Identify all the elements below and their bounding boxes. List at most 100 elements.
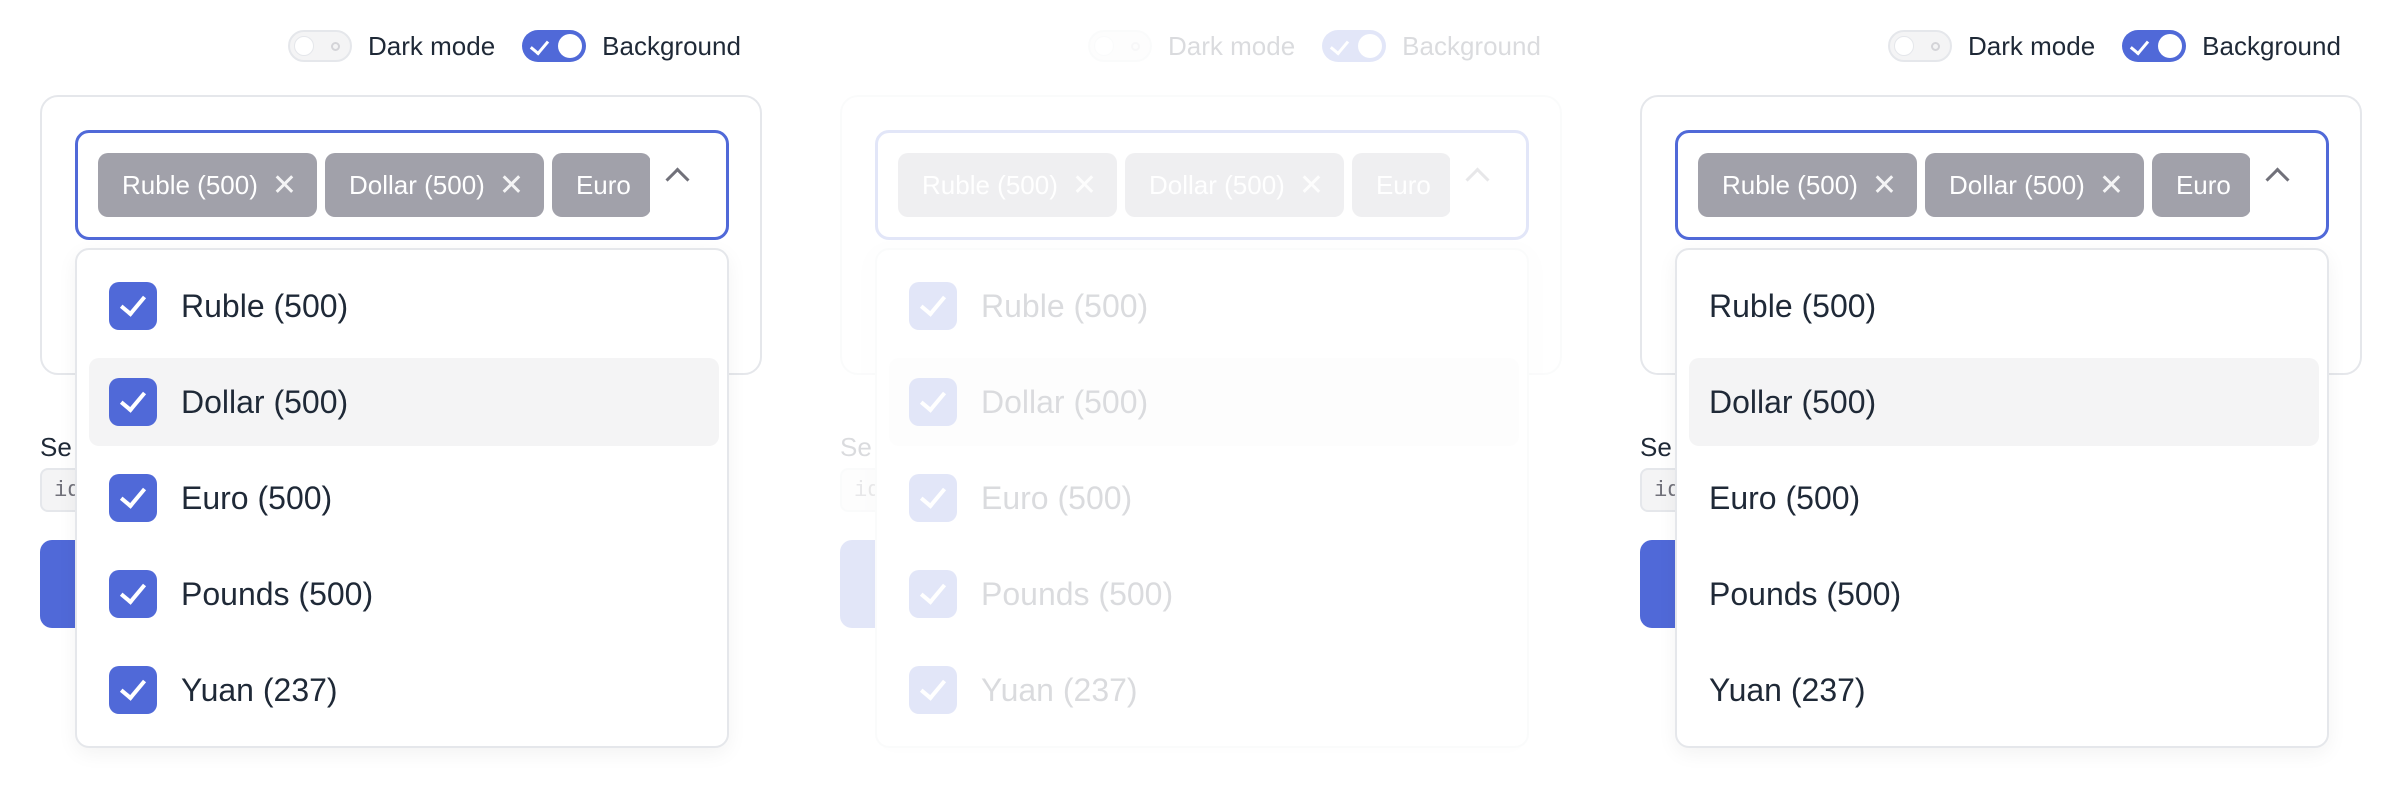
- dark-mode-toggle-row: Dark mode: [288, 30, 495, 62]
- dark-mode-switch[interactable]: [288, 30, 352, 62]
- helper-label: Se: [840, 432, 872, 462]
- option-label: Pounds (500): [181, 575, 374, 612]
- remove-icon[interactable]: ✕: [1872, 168, 1897, 203]
- remove-icon[interactable]: ✕: [499, 168, 524, 203]
- chip-label: Dollar (500): [349, 169, 485, 200]
- chip-euro[interactable]: Euro: [551, 153, 650, 217]
- option-label: Pounds (500): [981, 575, 1174, 612]
- option-euro[interactable]: Euro (500): [889, 454, 1519, 542]
- option-label: Ruble (500): [181, 287, 349, 324]
- chip-ruble[interactable]: Ruble (500) ✕: [898, 153, 1117, 217]
- chip-dollar[interactable]: Dollar (500) ✕: [1125, 153, 1344, 217]
- check-icon: [1329, 35, 1350, 56]
- remove-icon[interactable]: ✕: [2099, 168, 2124, 203]
- multi-select[interactable]: Ruble (500) ✕ Dollar (500) ✕ Euro: [875, 130, 1529, 240]
- background-switch[interactable]: [1322, 30, 1387, 62]
- checkbox-checked-icon[interactable]: [109, 570, 157, 618]
- chip-label: Euro: [2175, 169, 2231, 200]
- option-label: Yuan (237): [981, 671, 1138, 708]
- checkbox-checked-icon[interactable]: [109, 378, 157, 426]
- selected-chips: Ruble (500) ✕ Dollar (500) ✕ Euro: [1698, 153, 2250, 217]
- chip-label: Euro: [1375, 169, 1431, 200]
- checkbox-checked-icon[interactable]: [109, 666, 157, 714]
- option-dollar[interactable]: Dollar (500): [89, 358, 719, 446]
- chip-ruble[interactable]: Ruble (500) ✕: [1698, 153, 1917, 217]
- option-label: Euro (500): [981, 479, 1133, 516]
- remove-icon[interactable]: ✕: [272, 168, 297, 203]
- switch-knob: [1358, 34, 1383, 58]
- option-pounds[interactable]: Pounds (500): [1689, 550, 2319, 638]
- option-label: Dollar (500): [981, 383, 1149, 420]
- helper-label: Se: [40, 432, 72, 462]
- option-ruble[interactable]: Ruble (500): [1689, 262, 2319, 350]
- option-euro[interactable]: Euro (500): [1689, 454, 2319, 542]
- option-pounds[interactable]: Pounds (500): [89, 550, 719, 638]
- option-euro[interactable]: Euro (500): [89, 454, 719, 542]
- chevron-up-icon[interactable]: [1465, 167, 1490, 192]
- display-toggles: Dark mode Background: [288, 30, 768, 62]
- checkbox-checked-icon[interactable]: [909, 474, 957, 522]
- switch-knob: [1894, 36, 1914, 56]
- option-label: Ruble (500): [1709, 287, 1877, 324]
- panel-without-checkboxes: Dark mode Background Se id Ruble (500) ✕ D…: [1600, 0, 2400, 800]
- dark-mode-label: Dark mode: [1968, 30, 2096, 61]
- background-toggle-row: Background: [522, 30, 741, 62]
- chip-euro[interactable]: Euro: [1351, 153, 1450, 217]
- helper-label: Se: [1640, 432, 1672, 462]
- option-label: Euro (500): [181, 479, 333, 516]
- option-yuan[interactable]: Yuan (237): [1689, 646, 2319, 734]
- chip-label: Dollar (500): [1949, 169, 2085, 200]
- background-label: Background: [602, 30, 741, 61]
- option-ruble[interactable]: Ruble (500): [889, 262, 1519, 350]
- remove-icon[interactable]: ✕: [1072, 168, 1097, 203]
- switch-off-indicator: [1131, 42, 1140, 51]
- checkbox-checked-icon[interactable]: [909, 666, 957, 714]
- background-label: Background: [2202, 30, 2341, 61]
- option-label: Pounds (500): [1709, 575, 1902, 612]
- selected-chips: Ruble (500) ✕ Dollar (500) ✕ Euro: [98, 153, 650, 217]
- remove-icon[interactable]: ✕: [1299, 168, 1324, 203]
- display-toggles: Dark mode Background: [1888, 30, 2368, 62]
- dark-mode-switch[interactable]: [1888, 30, 1952, 62]
- dark-mode-switch[interactable]: [1088, 30, 1152, 62]
- checkbox-checked-icon[interactable]: [109, 282, 157, 330]
- option-pounds[interactable]: Pounds (500): [889, 550, 1519, 638]
- switch-knob: [558, 34, 583, 58]
- option-label: Dollar (500): [1709, 383, 1877, 420]
- panel-faded: Dark mode Background Se id Ruble (500) ✕ D…: [800, 0, 1600, 800]
- option-label: Yuan (237): [1709, 671, 1866, 708]
- background-switch[interactable]: [2122, 30, 2187, 62]
- checkbox-checked-icon[interactable]: [909, 282, 957, 330]
- options-menu: Ruble (500) Dollar (500) Euro (500) Poun…: [875, 248, 1529, 748]
- chip-label: Ruble (500): [1722, 169, 1858, 200]
- switch-knob: [294, 36, 314, 56]
- option-yuan[interactable]: Yuan (237): [889, 646, 1519, 734]
- checkbox-checked-icon[interactable]: [109, 474, 157, 522]
- option-label: Ruble (500): [981, 287, 1149, 324]
- checkbox-checked-icon[interactable]: [909, 378, 957, 426]
- option-dollar[interactable]: Dollar (500): [889, 358, 1519, 446]
- multi-select[interactable]: Ruble (500) ✕ Dollar (500) ✕ Euro: [75, 130, 729, 240]
- option-label: Yuan (237): [181, 671, 338, 708]
- dark-mode-label: Dark mode: [368, 30, 496, 61]
- dark-mode-toggle-row: Dark mode: [1888, 30, 2095, 62]
- switch-knob: [2158, 34, 2183, 58]
- option-ruble[interactable]: Ruble (500): [89, 262, 719, 350]
- option-label: Dollar (500): [181, 383, 349, 420]
- checkbox-checked-icon[interactable]: [909, 570, 957, 618]
- chip-dollar[interactable]: Dollar (500) ✕: [1925, 153, 2144, 217]
- chip-dollar[interactable]: Dollar (500) ✕: [325, 153, 544, 217]
- chip-label: Ruble (500): [122, 169, 258, 200]
- check-icon: [529, 35, 550, 56]
- option-label: Euro (500): [1709, 479, 1861, 516]
- option-yuan[interactable]: Yuan (237): [89, 646, 719, 734]
- chip-euro[interactable]: Euro: [2151, 153, 2250, 217]
- multi-select[interactable]: Ruble (500) ✕ Dollar (500) ✕ Euro: [1675, 130, 2329, 240]
- chevron-up-icon[interactable]: [2265, 167, 2290, 192]
- background-toggle-row: Background: [2122, 30, 2341, 62]
- chevron-up-icon[interactable]: [665, 167, 690, 192]
- chip-label: Dollar (500): [1149, 169, 1285, 200]
- option-dollar[interactable]: Dollar (500): [1689, 358, 2319, 446]
- background-switch[interactable]: [522, 30, 587, 62]
- chip-ruble[interactable]: Ruble (500) ✕: [98, 153, 317, 217]
